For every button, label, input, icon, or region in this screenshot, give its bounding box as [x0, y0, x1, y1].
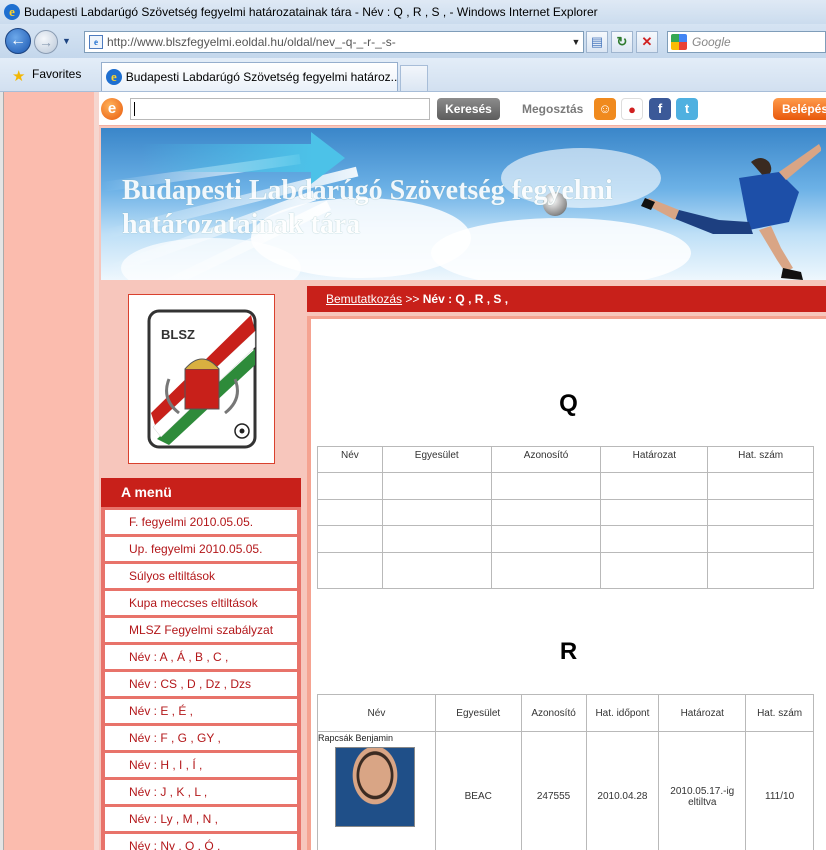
tab-active[interactable]: e Budapesti Labdarúgó Szövetség fegyelmi… — [101, 62, 398, 91]
breadcrumb-separator: >> — [405, 292, 420, 306]
tab-page-icon: e — [106, 69, 122, 85]
tabs-bar: ★ Favorites e Budapesti Labdarúgó Szövet… — [0, 58, 826, 92]
section-heading-r: R — [559, 638, 578, 665]
column-header: Azonosító — [490, 446, 602, 473]
column-header: Hat. szám — [707, 446, 814, 473]
table-row — [317, 525, 814, 553]
menu-item[interactable]: Név : CS , D , Dz , Dzs — [105, 672, 297, 696]
menu-item[interactable]: Név : Ny , O , Ó , — [105, 834, 297, 850]
menu-item[interactable]: MLSZ Fegyelmi szabályzat — [105, 618, 297, 642]
iwiw-icon[interactable]: ● — [621, 98, 643, 120]
favorites-button[interactable]: Favorites — [32, 67, 81, 81]
new-tab-button[interactable] — [400, 65, 428, 91]
refresh-button[interactable]: ↻ — [611, 31, 633, 53]
url-text[interactable]: http://www.blszfegyelmi.eoldal.hu/oldal/… — [107, 35, 569, 49]
side-menu: F. fegyelmi 2010.05.05. Up. fegyelmi 201… — [101, 507, 301, 850]
share-icon[interactable]: ☺ — [594, 98, 616, 120]
forward-button[interactable]: → — [34, 30, 58, 54]
back-arrow-icon: ← — [10, 32, 26, 49]
site-container: e Keresés Megosztás ☺ ● f t Belépés Buda… — [99, 92, 826, 850]
tab-label: Budapesti Labdarúgó Szövetség fegyelmi h… — [125, 70, 397, 84]
menu-item[interactable]: Súlyos eltiltások — [105, 564, 297, 588]
table-row — [317, 552, 814, 589]
date-cell: 2010.04.28 — [585, 731, 660, 850]
url-dropdown-icon[interactable]: ▼ — [569, 37, 583, 47]
url-field[interactable]: e http://www.blszfegyelmi.eoldal.hu/olda… — [84, 31, 584, 53]
search-placeholder: Google — [692, 35, 731, 49]
table-r: Név Egyesület Azonosító Hat. időpont Hat… — [317, 694, 814, 850]
share-label: Megosztás — [522, 102, 584, 116]
id-cell: 247555 — [520, 731, 587, 850]
twitter-icon[interactable]: t — [676, 98, 698, 120]
banner-arrow — [141, 144, 313, 172]
menu-item[interactable]: Kupa meccses eltiltások — [105, 591, 297, 615]
text-cursor — [134, 102, 135, 116]
table-row: Rapcsák Benjamin BEAC 247555 2010.04.28 … — [317, 731, 814, 850]
forward-arrow-icon: → — [39, 34, 53, 50]
stop-icon: ✕ — [641, 34, 653, 49]
table-row — [317, 472, 814, 500]
compatibility-icon: ▤ — [590, 34, 604, 49]
column-header: Határozat — [658, 694, 747, 732]
blsz-logo: BLSZ — [147, 309, 257, 449]
window-title: Budapesti Labdarúgó Szövetség fegyelmi h… — [24, 5, 598, 19]
compatibility-view-button[interactable]: ▤ — [586, 31, 608, 53]
page-icon: e — [89, 35, 103, 49]
refresh-icon: ↻ — [616, 34, 628, 49]
eoldal-logo-icon[interactable]: e — [101, 98, 123, 120]
menu-item[interactable]: Név : J , K , L , — [105, 780, 297, 804]
player-cell: Rapcsák Benjamin — [317, 731, 436, 850]
decision-cell: 2010.05.17.-ig eltiltva — [658, 731, 747, 850]
breadcrumb-current: Név : Q , R , S , — [422, 292, 509, 306]
column-header: Egyesület — [381, 446, 492, 473]
menu-item[interactable]: Up. fegyelmi 2010.05.05. — [105, 537, 297, 561]
number-cell: 111/10 — [745, 731, 814, 850]
menu-item[interactable]: Név : Ly , M , N , — [105, 807, 297, 831]
site-banner: Budapesti Labdarúgó Szövetség fegyelmi h… — [101, 128, 826, 280]
column-header: Egyesület — [434, 694, 522, 732]
breadcrumb-link[interactable]: Bemutatkozás — [326, 292, 402, 306]
eoldal-toolbar: e Keresés Megosztás ☺ ● f t Belépés — [99, 92, 826, 126]
menu-item[interactable]: Név : A , Á , B , C , — [105, 645, 297, 669]
menu-header: A menü — [101, 478, 301, 507]
player-name: Rapcsák Benjamin — [318, 733, 394, 743]
table-row — [317, 499, 814, 526]
column-header: Hat. időpont — [585, 694, 660, 732]
site-search-button[interactable]: Keresés — [437, 98, 500, 120]
star-icon[interactable]: ★ — [12, 67, 25, 85]
login-button[interactable]: Belépés — [773, 98, 826, 120]
column-header: Hat. szám — [745, 694, 814, 732]
history-dropdown[interactable]: ▼ — [62, 36, 71, 46]
blsz-logo-frame: BLSZ — [128, 294, 275, 464]
menu-item[interactable]: F. fegyelmi 2010.05.05. — [105, 510, 297, 534]
google-icon — [671, 34, 687, 50]
page-content: e Keresés Megosztás ☺ ● f t Belépés Buda… — [0, 92, 826, 850]
club-cell: BEAC — [434, 731, 522, 850]
menu-item[interactable]: Név : H , I , Í , — [105, 753, 297, 777]
facebook-icon[interactable]: f — [649, 98, 671, 120]
site-search-input[interactable] — [130, 98, 430, 120]
ie-logo-icon: e — [4, 4, 20, 20]
browser-window: e Budapesti Labdarúgó Szövetség fegyelmi… — [0, 0, 826, 850]
logo-panel: BLSZ — [101, 284, 301, 469]
menu-item[interactable]: Név : F , G , GY , — [105, 726, 297, 750]
title-bar: e Budapesti Labdarúgó Szövetség fegyelmi… — [0, 0, 826, 24]
table-q: Név Egyesület Azonosító Határozat Hat. s… — [317, 446, 814, 589]
player-photo — [335, 747, 415, 827]
column-header: Név — [317, 446, 383, 473]
main-content: Q Név Egyesület Azonosító Határozat Hat.… — [307, 316, 826, 850]
column-header: Azonosító — [520, 694, 587, 732]
site-title: Budapesti Labdarúgó Szövetség fegyelmi h… — [122, 175, 613, 240]
stop-button[interactable]: ✕ — [636, 31, 658, 53]
blsz-logo-text: BLSZ — [161, 327, 195, 342]
breadcrumb: Bemutatkozás >> Név : Q , R , S , — [307, 286, 826, 312]
section-heading-q: Q — [559, 390, 578, 417]
back-button[interactable]: ← — [5, 28, 31, 54]
column-header: Név — [317, 694, 436, 732]
menu-item[interactable]: Név : E , É , — [105, 699, 297, 723]
page-edge — [0, 92, 4, 850]
column-header: Határozat — [600, 446, 709, 473]
search-field[interactable]: Google — [667, 31, 826, 53]
address-bar: ← → ▼ e http://www.blszfegyelmi.eoldal.h… — [0, 24, 826, 58]
